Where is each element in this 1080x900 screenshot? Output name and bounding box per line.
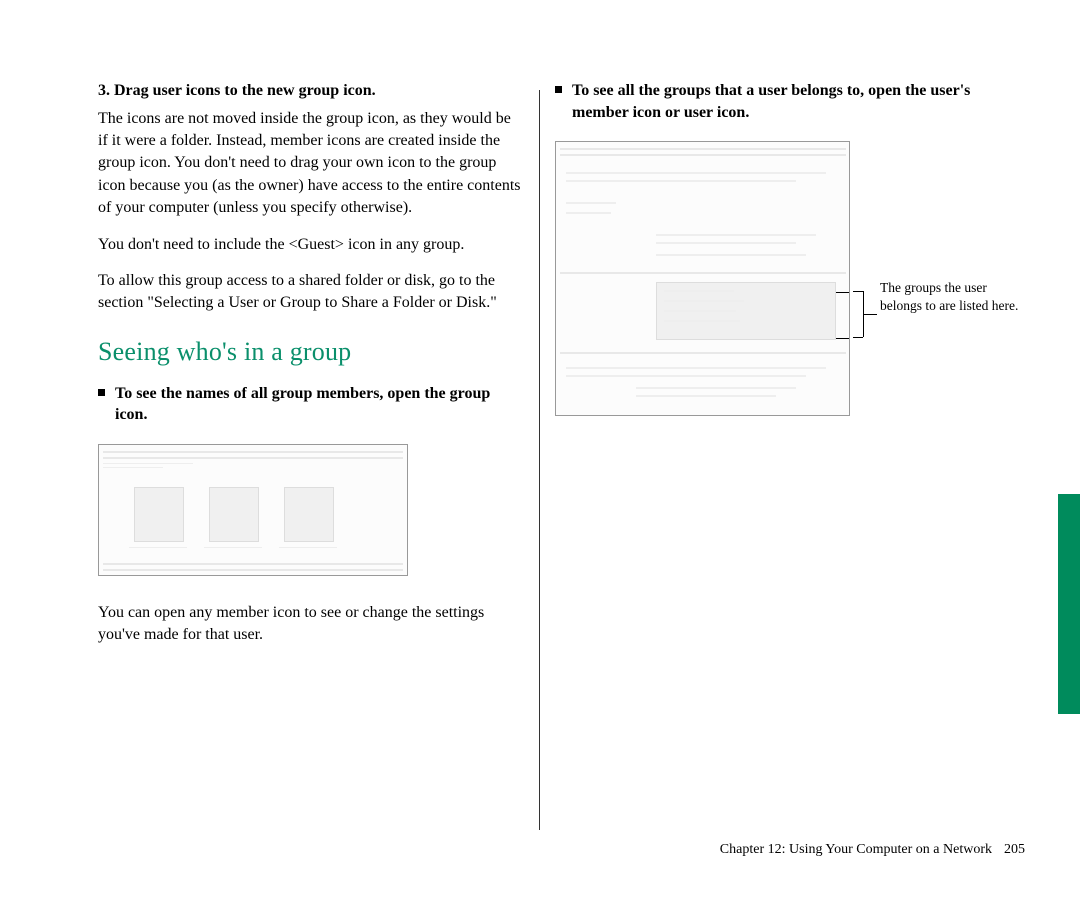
figure-group-window	[98, 444, 524, 576]
page-footer: Chapter 12: Using Your Computer on a Net…	[720, 842, 1025, 858]
bullet-text: To see all the groups that a user belong…	[572, 80, 1030, 123]
figure-callout: The groups the user belongs to are liste…	[880, 279, 1030, 315]
step-3-para-3: To allow this group access to a shared f…	[98, 270, 524, 315]
step-3-para-1: The icons are not moved inside the group…	[98, 108, 524, 220]
page-number: 205	[1004, 842, 1025, 858]
step-3-para-2: You don't need to include the <Guest> ic…	[98, 234, 524, 256]
figure-left-placeholder	[98, 444, 408, 576]
bullet-item-group-members: To see the names of all group members, o…	[98, 383, 524, 426]
bullet-square-icon	[98, 389, 105, 396]
step-3-heading: 3. Drag user icons to the new group icon…	[98, 80, 524, 102]
bullet-text: To see the names of all group members, o…	[115, 383, 524, 426]
bullet-item-user-groups: To see all the groups that a user belong…	[555, 80, 1030, 123]
figure-user-window: The groups the user belongs to are liste…	[555, 141, 1030, 416]
section-heading: Seeing who's in a group	[98, 337, 524, 367]
thumb-tab	[1058, 494, 1080, 714]
para-open-member-icon: You can open any member icon to see or c…	[98, 602, 524, 647]
chapter-label: Chapter 12: Using Your Computer on a Net…	[720, 842, 992, 858]
bullet-square-icon	[555, 86, 562, 93]
figure-right-placeholder	[555, 141, 850, 416]
